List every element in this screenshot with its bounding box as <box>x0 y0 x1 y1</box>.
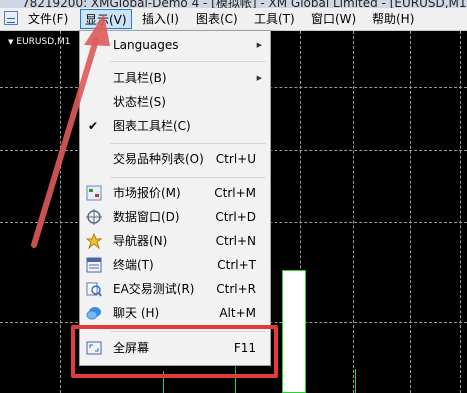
annotation-arrow <box>31 14 110 248</box>
